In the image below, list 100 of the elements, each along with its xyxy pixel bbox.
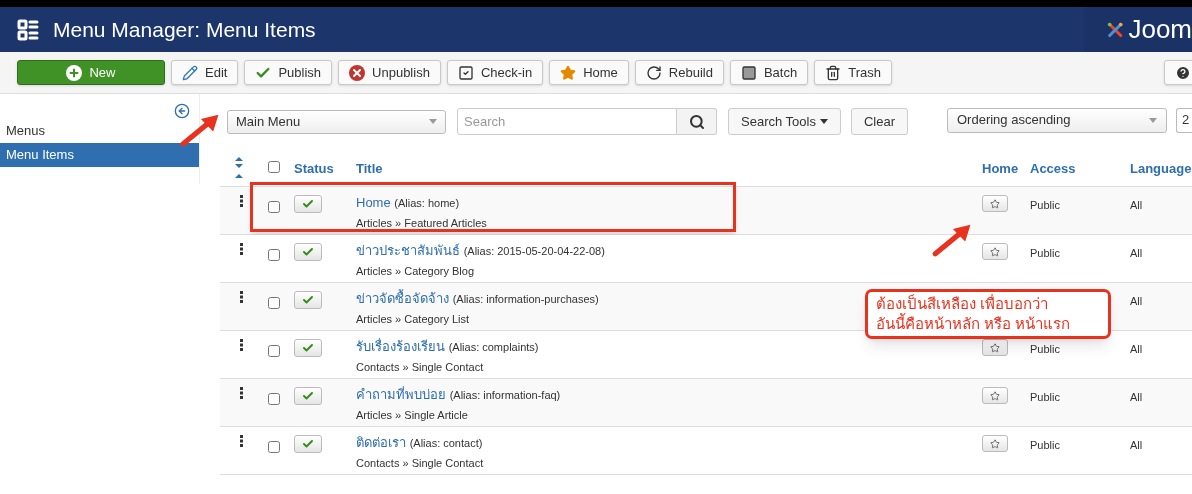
column-header[interactable]: Title [356,158,982,178]
home-toggle[interactable] [982,435,1008,452]
collapse-icon[interactable] [174,103,190,119]
item-alias: (Alias: complaints) [448,341,539,353]
access-cell: Public [1030,247,1060,259]
check-icon [302,342,314,354]
column-header[interactable]: Status [294,158,356,178]
row-checkbox[interactable] [268,201,280,213]
home-toggle[interactable] [982,195,1008,212]
row-checkbox[interactable] [268,345,280,357]
check-icon [302,246,314,258]
item-alias: (Alias: information-faq) [449,389,561,401]
toolbar-button[interactable]: New [17,60,165,85]
drag-handle-icon[interactable] [240,387,243,399]
toolbar-button[interactable]: Edit [171,60,239,85]
language-cell: All [1130,343,1143,355]
item-type: Contacts » Single Contact [356,361,484,373]
toolbar-button[interactable]: Check-in [446,60,544,85]
home-toggle[interactable] [982,339,1008,356]
row-checkbox[interactable] [268,393,280,405]
checkbox-icon [457,64,474,81]
item-title-link[interactable]: รับเรื่องร้องเรียน [356,339,445,354]
status-toggle[interactable] [294,435,322,453]
caret-icon [819,119,828,124]
sort-icon[interactable] [235,157,243,168]
item-title-link[interactable]: ข่าวประชาสัมพันธ์ [356,243,460,258]
help-icon [1175,64,1191,81]
edit-icon [182,64,198,81]
item-type: Contacts » Single Contact [356,457,484,469]
logo-text: Joom [1128,13,1192,46]
item-alias: (Alias: 2015-05-20-04-22-08) [463,245,605,257]
toolbar-button[interactable]: Home [549,60,629,85]
drag-handle-icon[interactable] [240,195,243,207]
sidebar-item[interactable]: Menu Items [0,143,199,167]
toolbar-button[interactable]: Unpublish [338,60,441,85]
toolbar-button[interactable]: Batch [729,60,809,85]
column-header[interactable]: Language [1130,158,1192,178]
column-header[interactable]: Access [1030,158,1130,178]
plus-icon [66,64,83,81]
search-icon [688,113,705,130]
status-toggle[interactable] [294,387,322,405]
item-title-link[interactable]: คำถามที่พบบ่อย [356,387,446,402]
star-icon [560,64,577,81]
status-toggle[interactable] [294,195,322,213]
language-cell: All [1130,295,1143,307]
toolbar-button[interactable]: Rebuild [634,60,724,85]
access-cell: Public [1030,391,1060,403]
toolbar-button[interactable]: Trash [814,60,892,85]
page-title: Menu Manager: Menu Items [53,16,316,43]
callout-text: ต้องเป็นสีเหลือง เพื่อบอกว่า [876,294,1050,313]
row-checkbox[interactable] [268,441,280,453]
home-toggle[interactable] [982,243,1008,260]
search-tools-button[interactable]: Search Tools [728,108,841,135]
search-button[interactable] [677,108,717,135]
menu-select[interactable]: Main Menu [227,109,446,134]
annotation-arrow [180,114,219,147]
status-toggle[interactable] [294,291,322,309]
drag-handle-icon[interactable] [240,339,243,351]
sidebar-item[interactable]: Menus [0,119,199,143]
access-cell: Public [1030,343,1060,355]
dropdown-caret-icon [1149,117,1157,123]
row-checkbox[interactable] [268,249,280,261]
item-alias: (Alias: information-purchases) [452,293,599,305]
star-icon [990,438,1000,449]
language-cell: All [1130,247,1143,259]
toolbar-button[interactable]: Publish [244,60,333,85]
refresh-icon [645,64,662,81]
help-button[interactable] [1164,60,1192,85]
language-cell: All [1130,391,1143,403]
item-title-link[interactable]: ข่าวจัดซื้อจัดจ้าง [356,291,449,306]
status-toggle[interactable] [294,339,322,357]
check-icon [302,198,314,210]
item-title-link[interactable]: Home [356,195,391,210]
square-icon [740,64,757,81]
callout-text: อันนี้คือหน้าหลัก หรือ หน้าแรก [876,314,1072,334]
menu-list-icon [16,17,40,42]
dropdown-caret-icon [429,119,437,124]
ordering-select[interactable]: Ordering ascending [947,107,1167,133]
row-checkbox[interactable] [268,297,280,309]
home-toggle[interactable] [982,387,1008,404]
sort-ascending-icon[interactable] [235,174,243,178]
clear-button[interactable]: Clear [850,108,908,135]
check-icon [302,294,314,306]
language-cell: All [1130,199,1143,211]
access-cell: Public [1030,439,1060,451]
limit-select[interactable]: 2 [1176,107,1192,133]
star-icon [990,246,1000,257]
drag-handle-icon[interactable] [240,243,243,255]
drag-handle-icon[interactable] [240,435,243,447]
drag-handle-icon[interactable] [240,291,243,303]
search-field[interactable]: Search [457,108,677,135]
language-cell: All [1130,439,1143,451]
item-type: Articles » Featured Articles [356,217,487,229]
check-icon [302,390,314,402]
select-all-checkbox[interactable] [268,160,280,173]
item-alias: (Alias: contact) [409,437,483,449]
column-header[interactable]: Home [982,158,1030,178]
status-toggle[interactable] [294,243,322,261]
item-type: Articles » Category Blog [356,265,474,277]
item-title-link[interactable]: ติดต่อเรา [356,435,406,450]
